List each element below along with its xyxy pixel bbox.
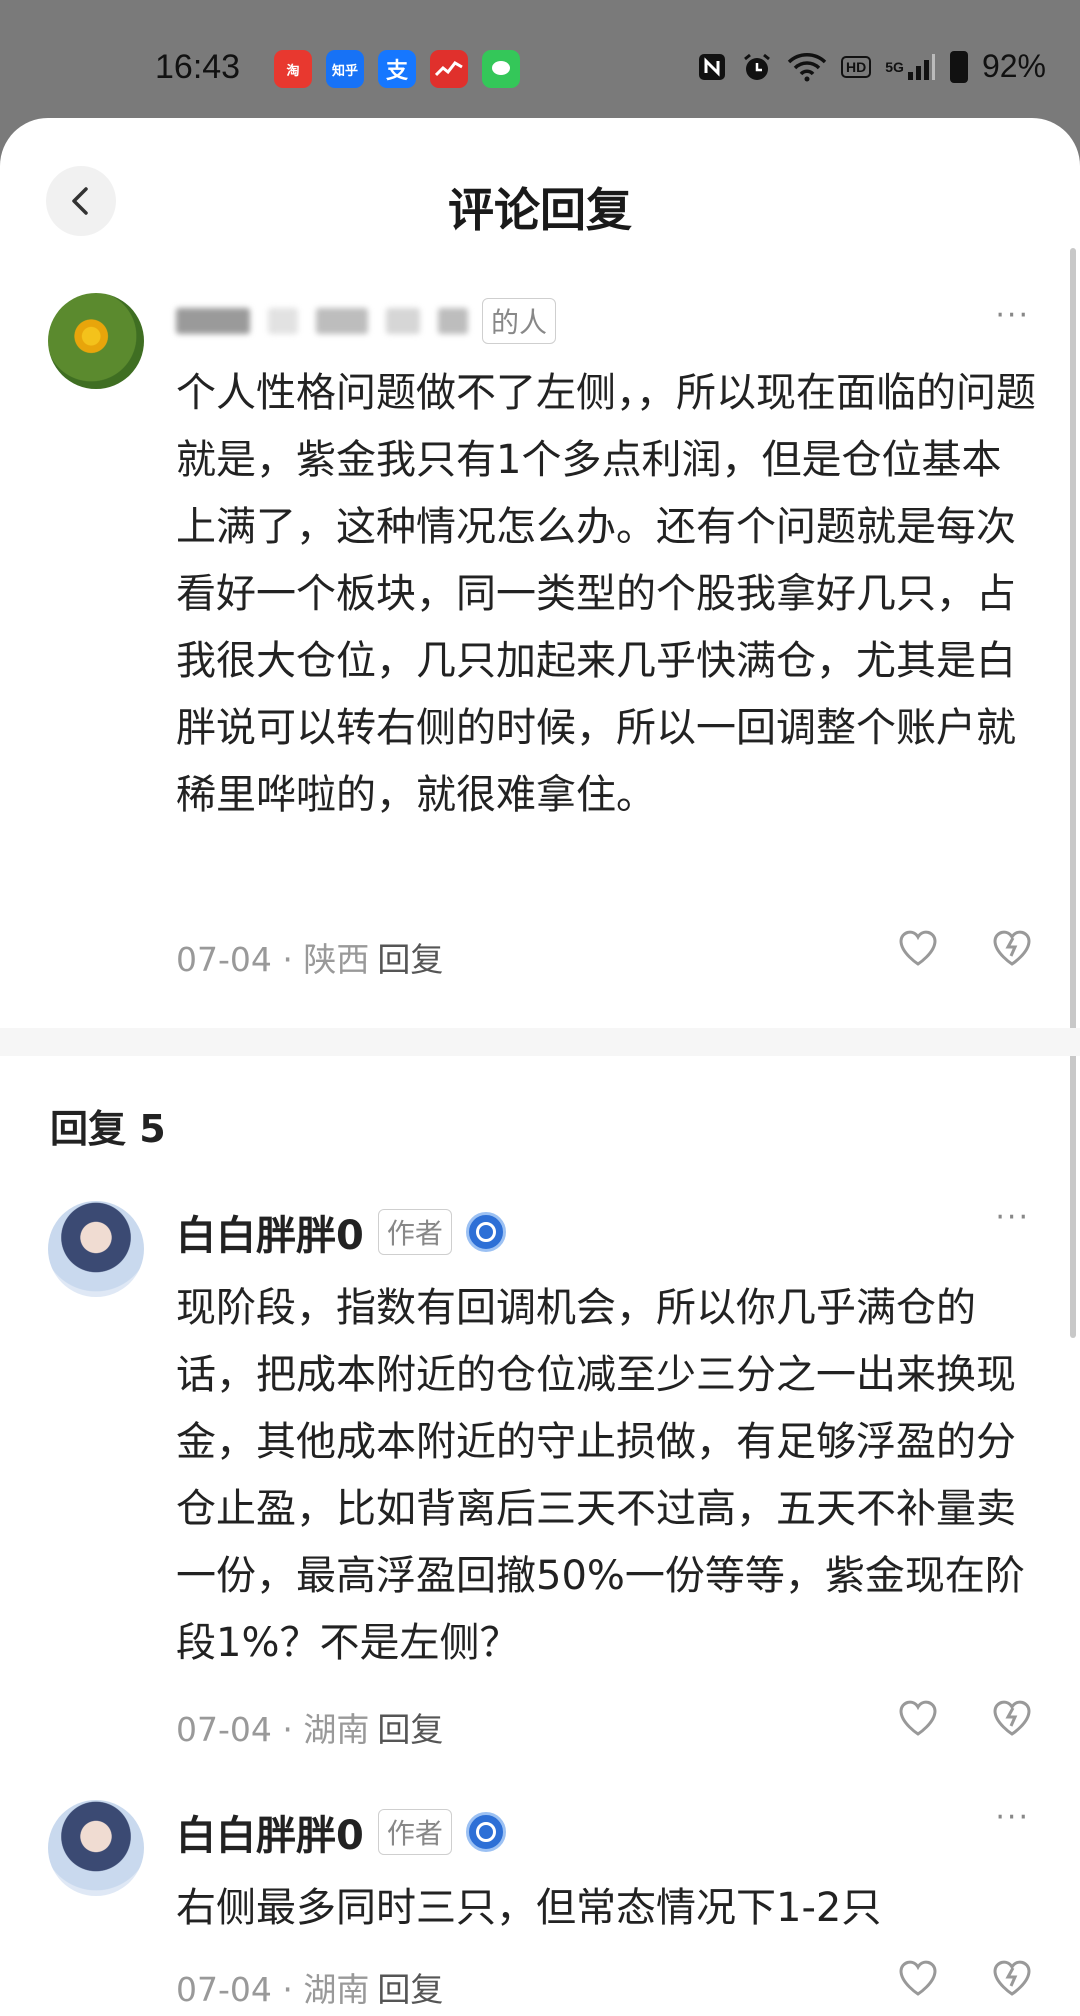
alarm-icon — [741, 50, 773, 84]
more-options-icon[interactable]: ··· — [995, 1800, 1030, 1835]
comment-meta: 07-04 · 湖南 回复 — [176, 1970, 444, 2009]
comment-date: 07-04 — [176, 1710, 272, 1749]
more-options-icon[interactable]: ··· — [995, 298, 1030, 333]
avatar[interactable] — [48, 1201, 144, 1297]
status-indicators: HD 5G 92% — [697, 48, 1046, 85]
comment-text: 现阶段，指数有回调机会，所以你几乎满仓的话，把成本附近的仓位减至少三分之一出来换… — [176, 1285, 1025, 1666]
user-tag: 的人 — [482, 298, 557, 344]
battery-percent: 92% — [981, 48, 1046, 84]
commenter-name-row[interactable]: 的人 — [176, 298, 557, 344]
comment-date: 07-04 — [176, 940, 272, 979]
comment-meta: 07-04 · 湖南 回复 — [176, 1710, 444, 1749]
comment-meta: 07-04 · 陕西 回复 — [176, 940, 444, 979]
reply-button[interactable]: 回复 — [377, 1970, 443, 2009]
dislike-broken-heart-icon[interactable] — [990, 1696, 1034, 1740]
more-options-icon[interactable]: ··· — [995, 1200, 1030, 1235]
taobao-icon: 淘 — [274, 50, 312, 88]
zhihu-icon: 知乎 — [326, 50, 364, 88]
comment-text: 右侧最多同时三只，但常态情况下1-2只 — [176, 1885, 882, 1931]
hd-indicator: HD — [841, 55, 872, 78]
verified-badge-icon — [465, 1212, 506, 1252]
like-heart-icon[interactable] — [896, 1696, 940, 1740]
alipay-icon: 支 — [378, 50, 416, 88]
commenter-name-row[interactable]: 白白胖胖0 作者 — [176, 1203, 506, 1261]
stock-app-icon — [430, 50, 468, 88]
section-divider — [0, 1028, 1080, 1056]
replies-count-header: 回复 5 — [50, 1107, 166, 1151]
author-tag: 作者 — [377, 1809, 452, 1855]
page-title: 评论回复 — [448, 183, 632, 237]
like-heart-icon[interactable] — [896, 926, 940, 970]
comment-date: 07-04 — [176, 1970, 272, 2009]
dislike-broken-heart-icon[interactable] — [990, 926, 1034, 970]
reply-button[interactable]: 回复 — [377, 940, 443, 979]
notification-app-icons: 淘 知乎 支 — [274, 50, 520, 88]
status-bar: 16:43 淘 知乎 支 HD 5G 92% — [0, 0, 1080, 120]
comment-sheet: 评论回复 的人 ··· 个人性格问题做不了左侧，，所以现在面临的问题就是，紫金我… — [0, 118, 1080, 2016]
comment-location: 陕西 — [303, 940, 370, 979]
comment-actions — [896, 1696, 1034, 1740]
avatar[interactable] — [48, 1800, 144, 1896]
like-heart-icon[interactable] — [896, 1956, 940, 2000]
comment-actions — [896, 926, 1034, 970]
blurred-username — [176, 308, 468, 334]
comment-location: 湖南 — [303, 1710, 370, 1749]
comment-text: 个人性格问题做不了左侧，，所以现在面临的问题就是，紫金我只有1个多点利润，但是仓… — [176, 370, 1036, 818]
commenter-name: 白白胖胖0 — [176, 1813, 364, 1859]
reply-button[interactable]: 回复 — [377, 1710, 443, 1749]
dislike-broken-heart-icon[interactable] — [990, 1956, 1034, 2000]
status-time: 16:43 — [155, 48, 241, 86]
commenter-name-row[interactable]: 白白胖胖0 作者 — [176, 1803, 506, 1861]
scrollbar[interactable] — [1070, 248, 1076, 1338]
verified-badge-icon — [465, 1812, 506, 1852]
battery-icon — [949, 50, 968, 83]
message-icon — [482, 50, 520, 88]
wifi-icon — [787, 50, 827, 84]
author-tag: 作者 — [377, 1209, 452, 1255]
signal-icon: 5G — [885, 50, 936, 84]
commenter-name: 白白胖胖0 — [176, 1213, 364, 1259]
comment-location: 湖南 — [303, 1970, 370, 2009]
nfc-icon — [697, 50, 727, 84]
comment-actions — [896, 1956, 1034, 2000]
avatar[interactable] — [48, 293, 144, 389]
